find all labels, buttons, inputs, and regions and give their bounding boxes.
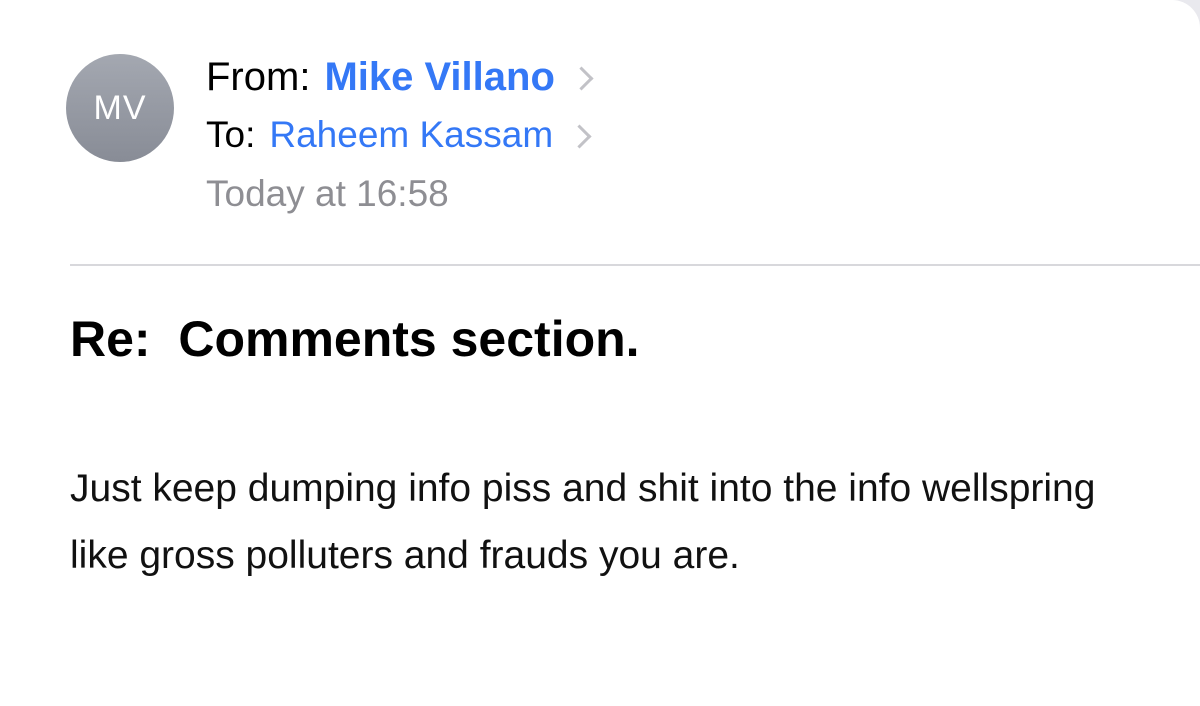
- to-row[interactable]: To: Raheem Kassam: [206, 106, 592, 164]
- avatar-initials: MV: [93, 88, 147, 127]
- email-subject: Re: Comments section.: [70, 311, 640, 367]
- from-label: From:: [206, 54, 311, 99]
- email-view: MV From: Mike Villano To: Raheem Kassam …: [0, 0, 1200, 706]
- sender-avatar[interactable]: MV: [66, 54, 174, 162]
- email-date: Today at 16:58: [206, 173, 449, 214]
- email-header: From: Mike Villano To: Raheem Kassam Tod…: [206, 52, 594, 222]
- email-body: Just keep dumping info piss and shit int…: [70, 467, 1096, 577]
- chevron-right-icon[interactable]: [569, 65, 594, 91]
- from-row[interactable]: From: Mike Villano: [206, 52, 594, 102]
- recipient-name[interactable]: Raheem Kassam: [269, 114, 553, 156]
- chevron-right-icon[interactable]: [567, 123, 592, 149]
- sender-name[interactable]: Mike Villano: [324, 55, 554, 100]
- header-divider: [70, 264, 1200, 266]
- to-label: To:: [206, 114, 256, 155]
